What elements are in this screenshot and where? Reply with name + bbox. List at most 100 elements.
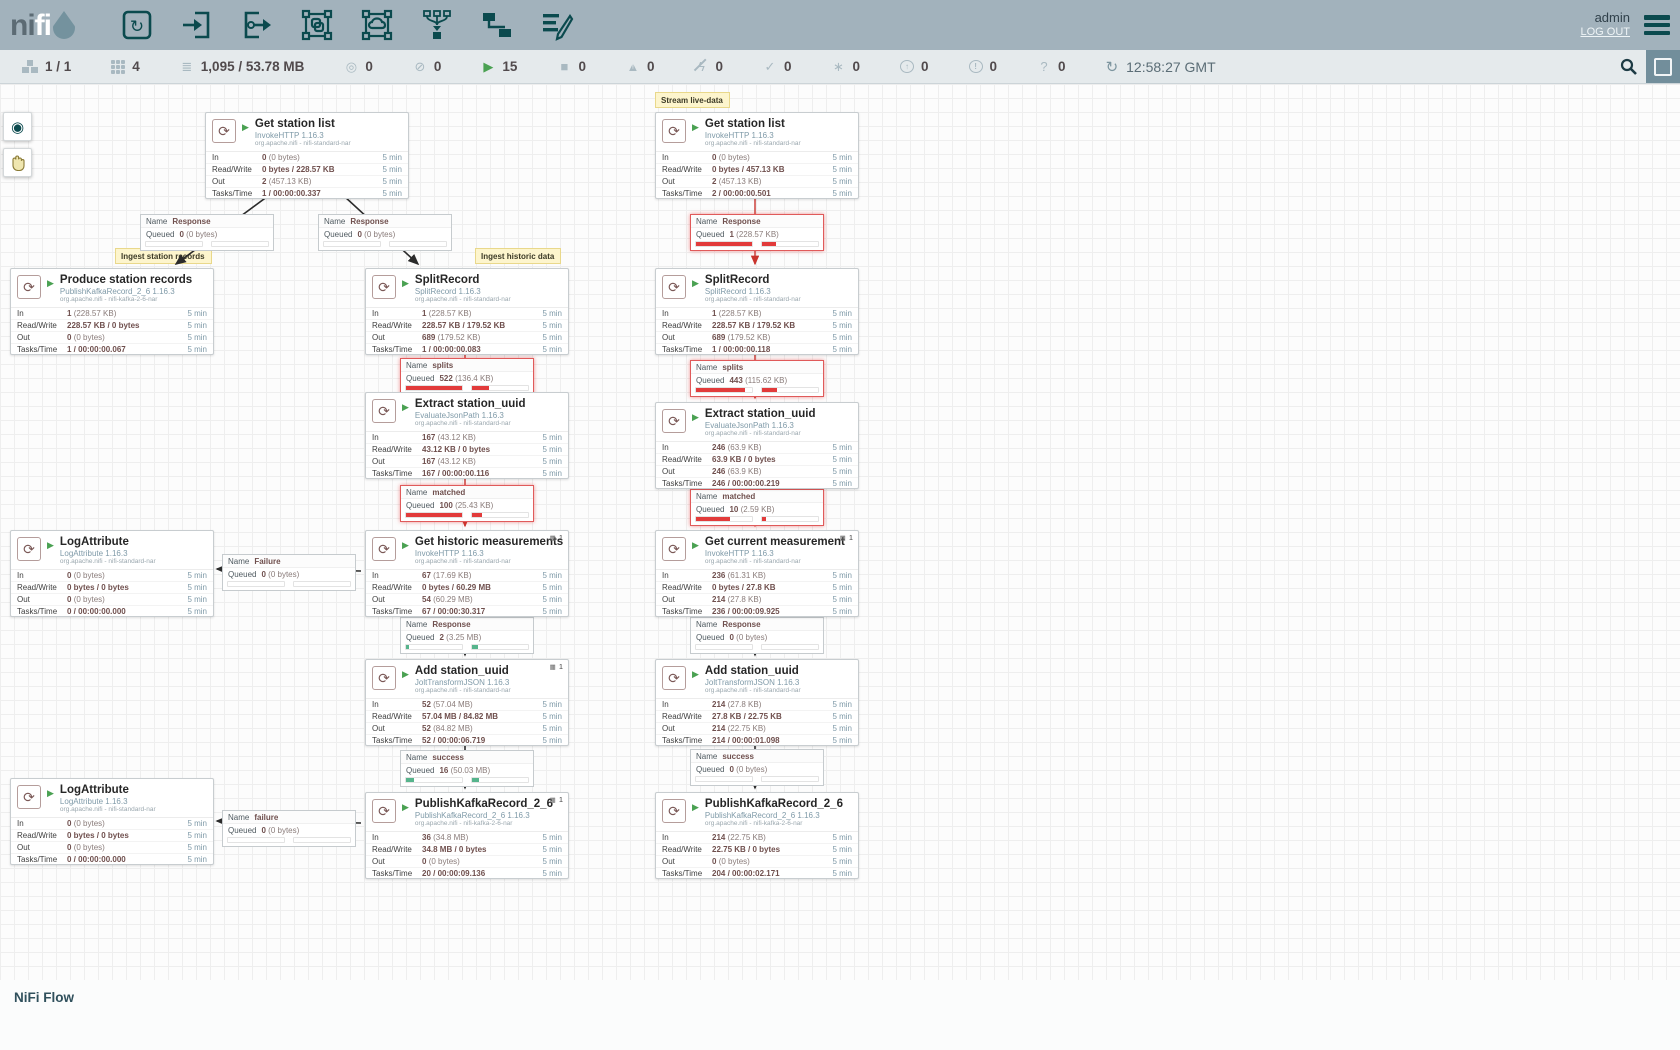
stat-row: Read/Write228.57 KB / 179.52 KB 5 min xyxy=(366,320,568,332)
stat-row: Tasks/Time204 / 00:00:02.171 5 min xyxy=(656,868,858,879)
stat-window: 5 min xyxy=(542,333,562,342)
processor-name: SplitRecord xyxy=(415,274,511,286)
processor-bundle: org.apache.nifi - nifi-standard-nar xyxy=(705,688,801,695)
stat-value: 0 (0 bytes) xyxy=(67,333,183,342)
processor[interactable]: ⟳ ▶ Extract station_uuid EvaluateJsonPat… xyxy=(655,402,859,489)
stat-row: In52 (57.04 MB)5 min xyxy=(366,699,568,711)
connection-label[interactable]: Name matched Queued 10 (2.59 KB) xyxy=(690,489,824,526)
process-group-toolbar-icon[interactable] xyxy=(299,7,335,43)
processor[interactable]: ⟳ ▶ Produce station records PublishKafka… xyxy=(10,268,214,355)
global-menu-icon[interactable] xyxy=(1644,15,1670,35)
connection-label[interactable]: Name Response Queued 0 (0 bytes) xyxy=(318,214,452,251)
flow-label[interactable]: Stream live-data xyxy=(655,92,730,108)
breadcrumb[interactable]: NiFi Flow xyxy=(14,990,74,1005)
processor[interactable]: ⟳ ▶ SplitRecord SplitRecord 1.16.3 org.a… xyxy=(655,268,859,355)
output-port-toolbar-icon[interactable] xyxy=(239,7,275,43)
stat-window: 5 min xyxy=(187,583,207,592)
sync-failure-count: 0 xyxy=(1058,59,1066,74)
connection-queued-label: Queued xyxy=(324,230,352,239)
up-to-date-icon: ✓ xyxy=(763,59,777,75)
threads-icon: ▦ xyxy=(550,796,556,804)
navigate-palette-button[interactable]: ◉ xyxy=(3,112,32,141)
stat-window: 5 min xyxy=(382,153,402,162)
connection-queued-label: Queued xyxy=(406,766,434,775)
connection-label[interactable]: Name matched Queued 100 (25.43 KB) xyxy=(400,485,534,522)
connection-label[interactable]: Name failure Queued 0 (0 bytes) xyxy=(222,810,356,847)
processor-type: LogAttribute 1.16.3 xyxy=(60,798,156,806)
label-toolbar-icon[interactable] xyxy=(539,7,575,43)
connection-label[interactable]: Name Response Queued 1 (228.57 KB) xyxy=(690,214,824,251)
stat-window: 5 min xyxy=(832,455,852,464)
stat-label: Out xyxy=(372,595,422,604)
processor[interactable]: ⟳ ▶ LogAttribute LogAttribute 1.16.3 org… xyxy=(10,530,214,617)
processor-bundle: org.apache.nifi - nifi-standard-nar xyxy=(705,431,816,438)
backpressure-object-bar xyxy=(695,776,753,782)
stat-window: 5 min xyxy=(832,845,852,854)
processor[interactable]: ▦1 ⟳ ▶ Get historic measurements InvokeH… xyxy=(365,530,569,617)
processor[interactable]: ⟳ ▶ Get station list InvokeHTTP 1.16.3 o… xyxy=(205,112,409,199)
active-threads-count: 1 xyxy=(849,533,853,542)
connection-label[interactable]: Name Failure Queued 0 (0 bytes) xyxy=(222,554,356,591)
stat-label: Read/Write xyxy=(372,712,422,721)
stat-window: 5 min xyxy=(832,833,852,842)
stat-window: 5 min xyxy=(542,571,562,580)
stat-value: 52 / 00:00:06.719 xyxy=(422,736,538,745)
stat-window: 5 min xyxy=(542,700,562,709)
remote-process-group-toolbar-icon[interactable] xyxy=(359,7,395,43)
processor[interactable]: ▦1 ⟳ ▶ Get current measurement InvokeHTT… xyxy=(655,530,859,617)
processor-name: Add station_uuid xyxy=(415,665,511,677)
connection-queued-label: Queued xyxy=(696,765,724,774)
logout-link[interactable]: LOG OUT xyxy=(1580,25,1630,40)
settings-panel-button[interactable] xyxy=(1646,50,1680,83)
connection-queued-label: Queued xyxy=(406,633,434,642)
connection-relationship: success xyxy=(722,752,754,761)
processor[interactable]: ⟳ ▶ SplitRecord SplitRecord 1.16.3 org.a… xyxy=(365,268,569,355)
clock: ↻ 12:58:27 GMT xyxy=(1106,58,1216,76)
stat-window: 5 min xyxy=(187,843,207,852)
stat-label: Read/Write xyxy=(372,845,422,854)
connection-label[interactable]: Name Response Queued 0 (0 bytes) xyxy=(140,214,274,251)
running-status-icon: ▶ xyxy=(402,402,409,413)
flow-canvas[interactable]: Stream live-dataIngest station recordsIn… xyxy=(0,84,1680,980)
connection-label[interactable]: Name success Queued 0 (0 bytes) xyxy=(690,749,824,786)
template-toolbar-icon[interactable] xyxy=(479,7,515,43)
processor-type-icon: ⟳ xyxy=(17,275,41,299)
active-threads-badge: ▦1 xyxy=(550,533,563,542)
stat-label: Out xyxy=(17,595,67,604)
input-port-toolbar-icon[interactable] xyxy=(179,7,215,43)
operate-palette-button[interactable] xyxy=(3,148,32,177)
processor[interactable]: ▦1 ⟳ ▶ PublishKafkaRecord_2_6 PublishKaf… xyxy=(365,792,569,879)
processor[interactable]: ⟳ ▶ LogAttribute LogAttribute 1.16.3 org… xyxy=(10,778,214,865)
refresh-icon[interactable]: ↻ xyxy=(1106,58,1119,76)
flow-label[interactable]: Ingest historic data xyxy=(475,248,561,264)
stat-window: 5 min xyxy=(187,309,207,318)
stat-window: 5 min xyxy=(542,712,562,721)
connection-name-label: Name xyxy=(406,488,427,497)
connection-label[interactable]: Name splits Queued 522 (136.4 KB) xyxy=(400,358,534,395)
connection-label[interactable]: Name success Queued 16 (50.03 MB) xyxy=(400,750,534,787)
stat-label: Read/Write xyxy=(662,845,712,854)
stat-label: In xyxy=(17,571,67,580)
funnel-toolbar-icon[interactable] xyxy=(419,7,455,43)
backpressure-size-bar xyxy=(761,516,819,522)
processor[interactable]: ⟳ ▶ PublishKafkaRecord_2_6 PublishKafkaR… xyxy=(655,792,859,879)
stat-label: Out xyxy=(372,724,422,733)
stat-row: In0 (0 bytes)5 min xyxy=(656,152,858,164)
processor-toolbar-icon[interactable]: ↻ xyxy=(119,7,155,43)
stat-row: Read/Write0 bytes / 0 bytes 5 min xyxy=(11,830,213,842)
processor[interactable]: ⟳ ▶ Get station list InvokeHTTP 1.16.3 o… xyxy=(655,112,859,199)
search-button[interactable] xyxy=(1610,50,1646,83)
user-area: admin LOG OUT xyxy=(1580,10,1670,40)
running-status-icon: ▶ xyxy=(47,540,54,551)
connection-label[interactable]: Name Response Queued 2 (3.25 MB) xyxy=(400,617,534,654)
stat-label: Read/Write xyxy=(17,583,67,592)
connection-label[interactable]: Name splits Queued 443 (115.62 KB) xyxy=(690,360,824,397)
stat-row: Read/Write0 bytes / 228.57 KB 5 min xyxy=(206,164,408,176)
stat-label: In xyxy=(212,153,262,162)
stat-window: 5 min xyxy=(832,321,852,330)
processor[interactable]: ▦1 ⟳ ▶ Add station_uuid JoltTransformJSO… xyxy=(365,659,569,746)
connection-label[interactable]: Name Response Queued 0 (0 bytes) xyxy=(690,617,824,654)
processor[interactable]: ⟳ ▶ Extract station_uuid EvaluateJsonPat… xyxy=(365,392,569,479)
processor-type: JoltTransformJSON 1.16.3 xyxy=(415,679,511,687)
processor[interactable]: ⟳ ▶ Add station_uuid JoltTransformJSON 1… xyxy=(655,659,859,746)
